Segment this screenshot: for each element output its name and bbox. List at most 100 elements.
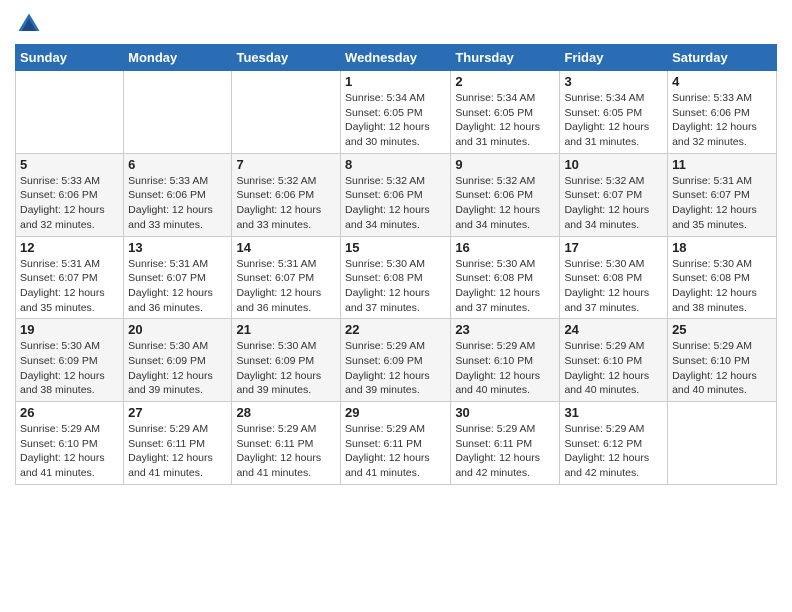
calendar-cell: 20Sunrise: 5:30 AM Sunset: 6:09 PM Dayli… — [124, 319, 232, 402]
day-info: Sunrise: 5:30 AM Sunset: 6:08 PM Dayligh… — [345, 257, 446, 316]
calendar-cell — [124, 71, 232, 154]
day-info: Sunrise: 5:29 AM Sunset: 6:10 PM Dayligh… — [455, 339, 555, 398]
calendar-cell: 1 Sunrise: 5:34 AM Sunset: 6:05 PM Daylig… — [341, 71, 451, 154]
calendar-cell: 8Sunrise: 5:32 AM Sunset: 6:06 PM Daylig… — [341, 153, 451, 236]
calendar-cell: 12 Sunrise: 5:31 AM Sunset: 6:07 PM Dayli… — [16, 236, 124, 319]
weekday-header-thursday: Thursday — [451, 45, 560, 71]
day-number: 29 — [345, 405, 446, 420]
page-header — [15, 10, 777, 38]
day-info: Sunrise: 5:31 AM Sunset: 6:07 PM Dayligh… — [672, 174, 772, 233]
day-number: 3 — [564, 74, 663, 89]
day-number: 25 — [672, 322, 772, 337]
day-info: Sunrise: 5:30 AM Sunset: 6:09 PM Dayligh… — [128, 339, 227, 398]
calendar-cell: 18Sunrise: 5:30 AM Sunset: 6:08 PM Dayli… — [668, 236, 777, 319]
day-number: 18 — [672, 240, 772, 255]
calendar-cell: 19Sunrise: 5:30 AM Sunset: 6:09 PM Dayli… — [16, 319, 124, 402]
day-info: Sunrise: 5:32 AM Sunset: 6:06 PM Dayligh… — [236, 174, 336, 233]
day-info: Sunrise: 5:31 AM Sunset: 6:07 PM Dayligh… — [236, 257, 336, 316]
day-info: Sunrise: 5:30 AM Sunset: 6:09 PM Dayligh… — [20, 339, 119, 398]
day-number: 11 — [672, 157, 772, 172]
day-number: 23 — [455, 322, 555, 337]
day-number: 6 — [128, 157, 227, 172]
calendar-cell: 11 Sunrise: 5:31 AM Sunset: 6:07 PM Dayli… — [668, 153, 777, 236]
day-info: Sunrise: 5:32 AM Sunset: 6:06 PM Dayligh… — [345, 174, 446, 233]
calendar-cell — [16, 71, 124, 154]
day-number: 15 — [345, 240, 446, 255]
day-info: Sunrise: 5:30 AM Sunset: 6:09 PM Dayligh… — [236, 339, 336, 398]
day-number: 21 — [236, 322, 336, 337]
calendar-cell: 25 Sunrise: 5:29 AM Sunset: 6:10 PM Dayli… — [668, 319, 777, 402]
day-number: 28 — [236, 405, 336, 420]
day-number: 13 — [128, 240, 227, 255]
calendar-week-4: 19Sunrise: 5:30 AM Sunset: 6:09 PM Dayli… — [16, 319, 777, 402]
day-info: Sunrise: 5:29 AM Sunset: 6:10 PM Dayligh… — [564, 339, 663, 398]
calendar-cell: 21 Sunrise: 5:30 AM Sunset: 6:09 PM Dayli… — [232, 319, 341, 402]
day-info: Sunrise: 5:32 AM Sunset: 6:06 PM Dayligh… — [455, 174, 555, 233]
calendar-cell: 15 Sunrise: 5:30 AM Sunset: 6:08 PM Dayli… — [341, 236, 451, 319]
calendar-body: 1 Sunrise: 5:34 AM Sunset: 6:05 PM Daylig… — [16, 71, 777, 485]
calendar-cell: 16 Sunrise: 5:30 AM Sunset: 6:08 PM Dayli… — [451, 236, 560, 319]
day-info: Sunrise: 5:31 AM Sunset: 6:07 PM Dayligh… — [128, 257, 227, 316]
day-info: Sunrise: 5:30 AM Sunset: 6:08 PM Dayligh… — [455, 257, 555, 316]
calendar-week-3: 12 Sunrise: 5:31 AM Sunset: 6:07 PM Dayli… — [16, 236, 777, 319]
calendar-week-5: 26 Sunrise: 5:29 AM Sunset: 6:10 PM Dayli… — [16, 402, 777, 485]
day-info: Sunrise: 5:33 AM Sunset: 6:06 PM Dayligh… — [20, 174, 119, 233]
day-number: 4 — [672, 74, 772, 89]
weekday-header-friday: Friday — [560, 45, 668, 71]
calendar-cell: 31 Sunrise: 5:29 AM Sunset: 6:12 PM Dayli… — [560, 402, 668, 485]
day-number: 24 — [564, 322, 663, 337]
day-number: 16 — [455, 240, 555, 255]
day-info: Sunrise: 5:29 AM Sunset: 6:10 PM Dayligh… — [20, 422, 119, 481]
day-info: Sunrise: 5:29 AM Sunset: 6:12 PM Dayligh… — [564, 422, 663, 481]
weekday-header-monday: Monday — [124, 45, 232, 71]
calendar-cell: 22 Sunrise: 5:29 AM Sunset: 6:09 PM Dayli… — [341, 319, 451, 402]
calendar-cell — [668, 402, 777, 485]
day-number: 1 — [345, 74, 446, 89]
calendar-cell: 26 Sunrise: 5:29 AM Sunset: 6:10 PM Dayli… — [16, 402, 124, 485]
day-number: 10 — [564, 157, 663, 172]
calendar-cell: 7Sunrise: 5:32 AM Sunset: 6:06 PM Daylig… — [232, 153, 341, 236]
calendar-cell: 28 Sunrise: 5:29 AM Sunset: 6:11 PM Dayli… — [232, 402, 341, 485]
day-info: Sunrise: 5:32 AM Sunset: 6:07 PM Dayligh… — [564, 174, 663, 233]
day-info: Sunrise: 5:31 AM Sunset: 6:07 PM Dayligh… — [20, 257, 119, 316]
calendar-week-1: 1 Sunrise: 5:34 AM Sunset: 6:05 PM Daylig… — [16, 71, 777, 154]
calendar-cell: 2 Sunrise: 5:34 AM Sunset: 6:05 PM Daylig… — [451, 71, 560, 154]
calendar-cell — [232, 71, 341, 154]
day-number: 22 — [345, 322, 446, 337]
calendar-cell: 14 Sunrise: 5:31 AM Sunset: 6:07 PM Dayli… — [232, 236, 341, 319]
calendar-cell: 23 Sunrise: 5:29 AM Sunset: 6:10 PM Dayli… — [451, 319, 560, 402]
day-number: 26 — [20, 405, 119, 420]
calendar-cell: 30 Sunrise: 5:29 AM Sunset: 6:11 PM Dayli… — [451, 402, 560, 485]
day-number: 31 — [564, 405, 663, 420]
day-number: 17 — [564, 240, 663, 255]
day-info: Sunrise: 5:33 AM Sunset: 6:06 PM Dayligh… — [672, 91, 772, 150]
day-info: Sunrise: 5:29 AM Sunset: 6:11 PM Dayligh… — [345, 422, 446, 481]
calendar-cell: 5Sunrise: 5:33 AM Sunset: 6:06 PM Daylig… — [16, 153, 124, 236]
calendar-cell: 10 Sunrise: 5:32 AM Sunset: 6:07 PM Dayli… — [560, 153, 668, 236]
day-info: Sunrise: 5:34 AM Sunset: 6:05 PM Dayligh… — [345, 91, 446, 150]
calendar-cell: 4 Sunrise: 5:33 AM Sunset: 6:06 PM Daylig… — [668, 71, 777, 154]
calendar-cell: 24 Sunrise: 5:29 AM Sunset: 6:10 PM Dayli… — [560, 319, 668, 402]
day-number: 12 — [20, 240, 119, 255]
calendar-cell: 13 Sunrise: 5:31 AM Sunset: 6:07 PM Dayli… — [124, 236, 232, 319]
day-info: Sunrise: 5:29 AM Sunset: 6:11 PM Dayligh… — [236, 422, 336, 481]
day-info: Sunrise: 5:30 AM Sunset: 6:08 PM Dayligh… — [564, 257, 663, 316]
day-number: 9 — [455, 157, 555, 172]
day-number: 14 — [236, 240, 336, 255]
calendar-cell: 27 Sunrise: 5:29 AM Sunset: 6:11 PM Dayli… — [124, 402, 232, 485]
day-info: Sunrise: 5:34 AM Sunset: 6:05 PM Dayligh… — [564, 91, 663, 150]
day-info: Sunrise: 5:34 AM Sunset: 6:05 PM Dayligh… — [455, 91, 555, 150]
day-info: Sunrise: 5:29 AM Sunset: 6:11 PM Dayligh… — [128, 422, 227, 481]
weekday-header-wednesday: Wednesday — [341, 45, 451, 71]
day-info: Sunrise: 5:29 AM Sunset: 6:09 PM Dayligh… — [345, 339, 446, 398]
calendar-week-2: 5Sunrise: 5:33 AM Sunset: 6:06 PM Daylig… — [16, 153, 777, 236]
logo — [15, 10, 47, 38]
day-number: 2 — [455, 74, 555, 89]
day-info: Sunrise: 5:33 AM Sunset: 6:06 PM Dayligh… — [128, 174, 227, 233]
day-info: Sunrise: 5:29 AM Sunset: 6:10 PM Dayligh… — [672, 339, 772, 398]
day-number: 30 — [455, 405, 555, 420]
weekday-header-tuesday: Tuesday — [232, 45, 341, 71]
day-number: 27 — [128, 405, 227, 420]
day-info: Sunrise: 5:29 AM Sunset: 6:11 PM Dayligh… — [455, 422, 555, 481]
calendar-header-row: SundayMondayTuesdayWednesdayThursdayFrid… — [16, 45, 777, 71]
